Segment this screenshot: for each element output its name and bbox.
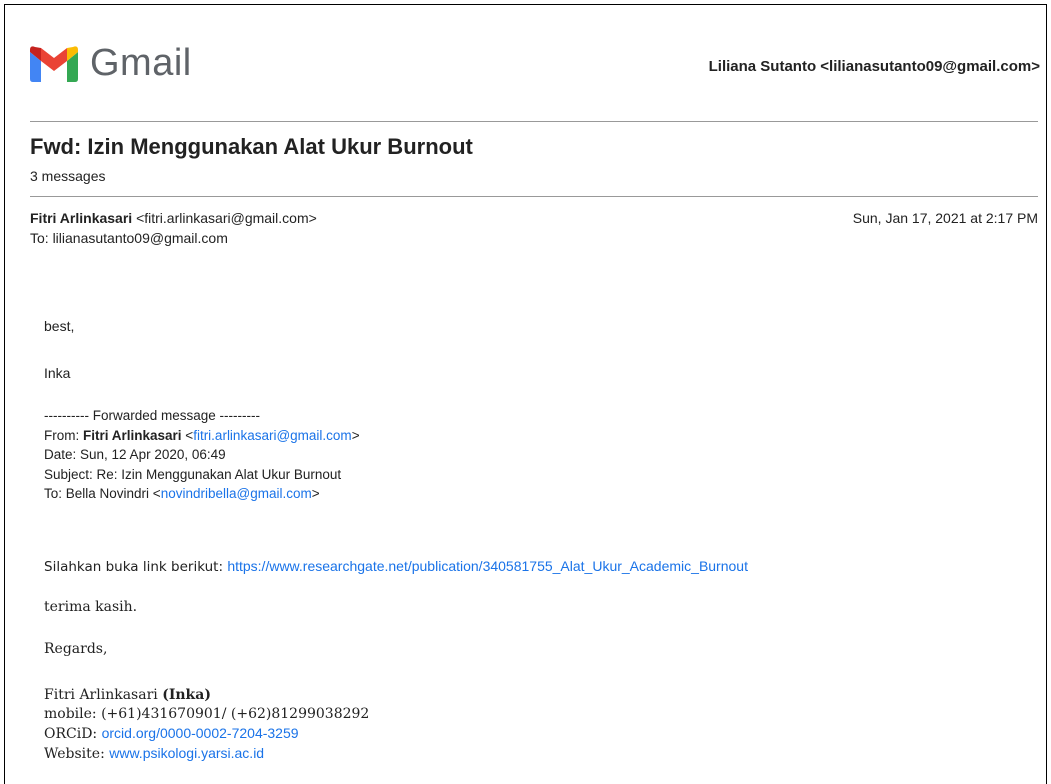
signature-nickname: (Inka) <box>162 687 211 703</box>
to-email-link[interactable]: novindribella@gmail.com <box>161 486 312 501</box>
gmail-m-icon <box>30 45 78 82</box>
researchgate-link[interactable]: https://www.researchgate.net/publication… <box>227 558 748 574</box>
orcid-link[interactable]: orcid.org/0000-0002-7204-3259 <box>102 725 299 741</box>
account-owner: Liliana Sutanto <lilianasutanto09@gmail.… <box>708 58 1040 75</box>
signoff-name: Inka <box>44 365 71 381</box>
forward-subject: Subject: Re: Izin Menggunakan Alat Ukur … <box>44 466 342 482</box>
divider <box>30 196 1038 197</box>
orcid-label: ORCiD: <box>44 726 102 742</box>
message-date: Sun, Jan 17, 2021 at 2:17 PM <box>852 210 1038 226</box>
message-count: 3 messages <box>30 168 106 184</box>
to-close: > <box>311 486 320 501</box>
to-label: To: Bella Novindri < <box>44 486 161 501</box>
signature-orcid: ORCiD: orcid.org/0000-0002-7204-3259 <box>44 724 369 744</box>
gmail-logo: Gmail <box>30 42 192 85</box>
gmail-wordmark: Gmail <box>90 42 192 84</box>
recipient: To: lilianasutanto09@gmail.com <box>30 230 228 246</box>
signature-name: Fitri Arlinkasari <box>44 687 163 703</box>
signature-mobile: mobile: (+61)431670901/ (+62)81299038292 <box>44 706 370 722</box>
sender-name: Fitri Arlinkasari <box>30 210 133 226</box>
forward-to: To: Bella Novindri <novindribella@gmail.… <box>44 484 360 504</box>
divider <box>30 121 1038 122</box>
signature-website: Website: www.psikologi.yarsi.ac.id <box>44 744 369 764</box>
thread-subject: Fwd: Izin Menggunakan Alat Ukur Burnout <box>30 134 473 159</box>
signature: Fitri Arlinkasari (Inka) mobile: (+61)43… <box>44 686 369 764</box>
forward-date: Date: Sun, 12 Apr 2020, 06:49 <box>44 447 226 462</box>
website-label: Website: <box>44 746 110 762</box>
signature-name-line: Fitri Arlinkasari (Inka) <box>44 686 369 705</box>
from-email-link[interactable]: fitri.arlinkasari@gmail.com <box>193 428 352 443</box>
link-intro: Silahkan buka link berikut: <box>44 559 228 575</box>
thanks: terima kasih. <box>44 599 138 615</box>
link-paragraph: Silahkan buka link berikut: https://www.… <box>44 558 748 575</box>
from-email-close: > <box>351 427 360 443</box>
from-name: Fitri Arlinkasari <box>83 427 182 443</box>
header: Gmail Liliana Sutanto <lilianasutanto09@… <box>30 42 1040 92</box>
forward-separator: ---------- Forwarded message --------- <box>44 408 260 423</box>
forwarded-header: ---------- Forwarded message --------- F… <box>44 406 360 504</box>
forward-from: From: Fitri Arlinkasari <fitri.arlinkasa… <box>44 426 360 446</box>
sender-email: <fitri.arlinkasari@gmail.com> <box>136 210 317 226</box>
sender: Fitri Arlinkasari <fitri.arlinkasari@gma… <box>30 210 317 226</box>
from-email-open: < <box>181 427 194 443</box>
website-link[interactable]: www.psikologi.yarsi.ac.id <box>109 745 264 761</box>
regards: Regards, <box>44 641 108 657</box>
greeting: best, <box>44 318 75 334</box>
from-label: From: <box>44 427 83 443</box>
